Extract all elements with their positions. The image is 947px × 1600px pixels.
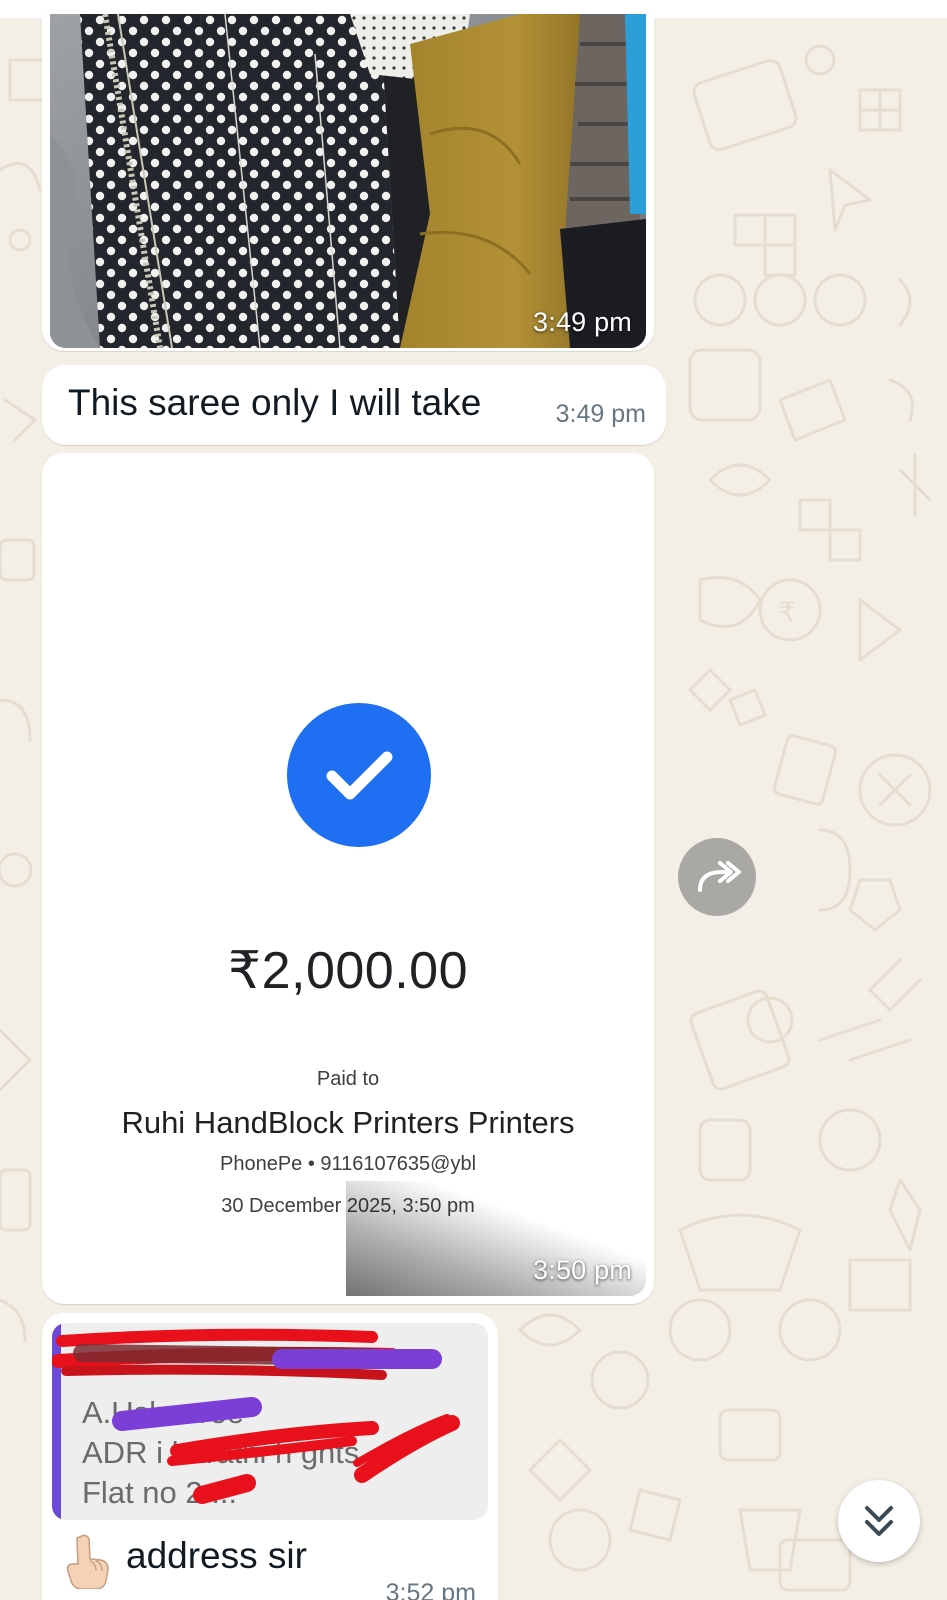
double-chevron-down-icon: [865, 1506, 893, 1536]
payee-vpa: PhonePe • 9116107635@ybl: [219, 1153, 477, 1175]
image-message[interactable]: 3:49 pm: [42, 6, 654, 351]
text-message[interactable]: This saree only I will take 3:49 pm: [42, 365, 666, 445]
reply-message[interactable]: A.Ushasree ADR i harathi h ghts Flat no …: [42, 1313, 498, 1600]
message-text: This saree only I will take: [68, 382, 482, 423]
payee-name: Ruhi HandBlock Printers Printers: [121, 1105, 575, 1140]
paid-to-label: Paid to: [316, 1068, 380, 1090]
forward-button[interactable]: [678, 838, 756, 916]
message-time: 3:49 pm: [555, 400, 646, 428]
message-text: address sir: [126, 1535, 307, 1576]
scroll-to-bottom-button[interactable]: [838, 1480, 920, 1562]
payment-amount: ₹2,000.00: [228, 942, 468, 1000]
message-time: 3:50 pm: [533, 1255, 632, 1285]
quoted-message[interactable]: A.Ushasree ADR i harathi h ghts Flat no …: [52, 1323, 488, 1520]
payment-screenshot-message[interactable]: ₹2,000.00 Paid to Ruhi HandBlock Printer…: [42, 453, 654, 1304]
message-time: 3:49 pm: [533, 307, 632, 337]
forward-icon: [698, 861, 741, 892]
payment-screenshot[interactable]: ₹2,000.00 Paid to Ruhi HandBlock Printer…: [50, 461, 646, 1296]
check-circle-icon: [287, 703, 431, 847]
svg-text:₹: ₹: [778, 596, 796, 629]
redaction-scribble: [52, 1328, 460, 1504]
saree-photo[interactable]: 3:49 pm: [50, 14, 646, 348]
pointing-hand-icon: [66, 1534, 109, 1589]
message-time: 3:52 pm: [385, 1579, 476, 1600]
